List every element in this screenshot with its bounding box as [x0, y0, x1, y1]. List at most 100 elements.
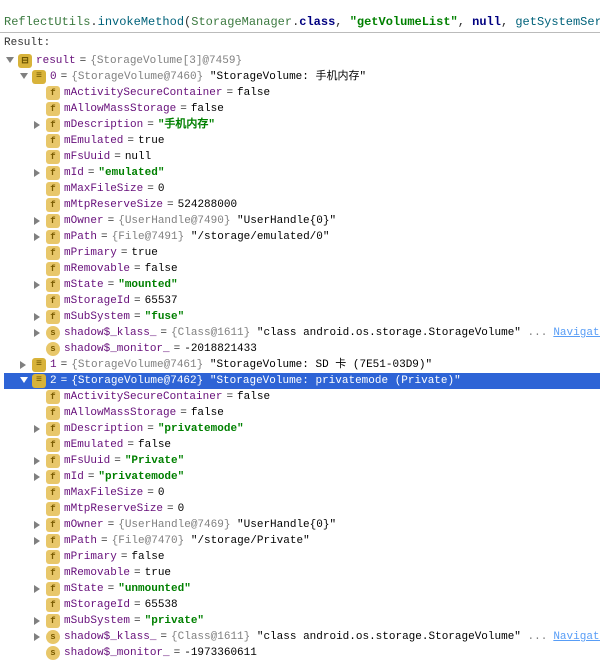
expand-icon[interactable] [18, 359, 30, 371]
value-text: "/storage/Private" [191, 533, 310, 549]
field-name: mSubSystem [64, 613, 130, 629]
field-name: mDescription [64, 421, 143, 437]
field-icon: f [46, 454, 60, 468]
expand-icon[interactable] [4, 55, 16, 67]
expand-icon[interactable] [32, 279, 44, 291]
field-row[interactable]: fmPrimary=false [4, 549, 600, 565]
expand-icon[interactable] [32, 311, 44, 323]
expand-icon[interactable] [32, 615, 44, 627]
expand-icon[interactable] [32, 519, 44, 531]
field-name: mOwner [64, 213, 104, 229]
field-name: mAllowMassStorage [64, 405, 176, 421]
field-icon: f [46, 614, 60, 628]
value-text: "mounted" [118, 277, 177, 293]
field-icon: f [46, 390, 60, 404]
value-text: "emulated" [98, 165, 164, 181]
field-row[interactable]: fmId="emulated" [4, 165, 600, 181]
field-row[interactable]: fmMaxFileSize=0 [4, 181, 600, 197]
expand-icon[interactable] [32, 631, 44, 643]
value-ref: {Class@1611} [171, 325, 250, 341]
field-row[interactable]: sshadow$_monitor_=-2018821433 [4, 341, 600, 357]
field-row[interactable]: fmPrimary=true [4, 245, 600, 261]
field-icon: f [46, 598, 60, 612]
expand-icon[interactable] [32, 535, 44, 547]
expand-icon[interactable] [32, 119, 44, 131]
expand-icon[interactable] [32, 231, 44, 243]
tree-item-2[interactable]: 2 = {StorageVolume@7462} "StorageVolume:… [4, 373, 600, 389]
field-row[interactable]: fmSubSystem="private" [4, 613, 600, 629]
expand-icon[interactable] [32, 471, 44, 483]
field-icon: s [46, 646, 60, 660]
field-row[interactable]: fmDescription="privatemode" [4, 421, 600, 437]
field-icon: f [46, 422, 60, 436]
value-text: 524288000 [178, 197, 237, 213]
value-text: "UserHandle{0}" [237, 517, 336, 533]
field-row[interactable]: fmStorageId=65538 [4, 597, 600, 613]
field-row[interactable]: fmDescription="手机内存" [4, 117, 600, 133]
field-row[interactable]: fmMaxFileSize=0 [4, 485, 600, 501]
field-row[interactable]: fmFsUuid=null [4, 149, 600, 165]
value-text: false [191, 405, 224, 421]
value-ref: {UserHandle@7469} [118, 517, 230, 533]
value-text: "StorageVolume: SD 卡 (7E51-03D9)" [210, 357, 432, 373]
value-ref: {StorageVolume[3]@7459} [90, 53, 242, 69]
navigate-link[interactable]: Navigate [553, 325, 600, 341]
expand-icon[interactable] [32, 215, 44, 227]
field-icon: f [46, 102, 60, 116]
expand-icon[interactable] [32, 583, 44, 595]
field-row[interactable]: fmState="mounted" [4, 277, 600, 293]
field-row[interactable]: fmActivitySecureContainer=false [4, 389, 600, 405]
field-row[interactable]: fmEmulated=true [4, 133, 600, 149]
tree-root[interactable]: ⊟ result = {StorageVolume[3]@7459} [4, 53, 600, 69]
field-icon: f [46, 166, 60, 180]
field-row[interactable]: fmSubSystem="fuse" [4, 309, 600, 325]
value-text: false [138, 437, 171, 453]
field-row[interactable]: fmRemovable=true [4, 565, 600, 581]
field-row[interactable]: sshadow$_monitor_=-1973360611 [4, 645, 600, 661]
field-row[interactable]: fmAllowMassStorage=false [4, 405, 600, 421]
field-row[interactable]: fmRemovable=false [4, 261, 600, 277]
value-ref: {File@7470} [112, 533, 185, 549]
field-name: mPrimary [64, 549, 117, 565]
field-icon: f [46, 486, 60, 500]
field-row[interactable]: fmId="privatemode" [4, 469, 600, 485]
field-row[interactable]: sshadow$_klass_={Class@1611} "class andr… [4, 325, 600, 341]
var-name: 0 [50, 69, 57, 85]
expand-icon[interactable] [18, 375, 30, 387]
field-name: mId [64, 469, 84, 485]
value-text: false [237, 389, 270, 405]
value-text: "class android.os.storage.StorageVolume"… [257, 629, 547, 645]
field-row[interactable]: fmEmulated=false [4, 437, 600, 453]
field-row[interactable]: fmAllowMassStorage=false [4, 101, 600, 117]
field-row[interactable]: sshadow$_klass_={Class@1611} "class andr… [4, 629, 600, 645]
value-text: "class android.os.storage.StorageVolume"… [257, 325, 547, 341]
field-row[interactable]: fmMtpReserveSize=524288000 [4, 197, 600, 213]
expand-icon[interactable] [32, 455, 44, 467]
value-text: "privatemode" [98, 469, 184, 485]
field-row[interactable]: fmOwner={UserHandle@7469} "UserHandle{0}… [4, 517, 600, 533]
navigate-link[interactable]: Navigate [553, 629, 600, 645]
field-name: mActivitySecureContainer [64, 389, 222, 405]
field-icon: f [46, 214, 60, 228]
field-row[interactable]: fmMtpReserveSize=0 [4, 501, 600, 517]
field-row[interactable]: fmStorageId=65537 [4, 293, 600, 309]
expand-icon[interactable] [32, 327, 44, 339]
field-name: mStorageId [64, 597, 130, 613]
field-icon: f [46, 262, 60, 276]
field-name: mFsUuid [64, 453, 110, 469]
field-row[interactable]: fmPath={File@7491} "/storage/emulated/0" [4, 229, 600, 245]
field-name: mId [64, 165, 84, 181]
field-row[interactable]: fmPath={File@7470} "/storage/Private" [4, 533, 600, 549]
field-icon: f [46, 582, 60, 596]
tree-item-0[interactable]: 0 = {StorageVolume@7460} "StorageVolume:… [4, 69, 600, 85]
expand-icon[interactable] [18, 71, 30, 83]
field-row[interactable]: fmState="unmounted" [4, 581, 600, 597]
value-text: null [125, 149, 151, 165]
expand-icon[interactable] [32, 167, 44, 179]
expand-icon[interactable] [32, 423, 44, 435]
field-row[interactable]: fmActivitySecureContainer=false [4, 85, 600, 101]
value-ref: {StorageVolume@7460} [71, 69, 203, 85]
field-row[interactable]: fmFsUuid="Private" [4, 453, 600, 469]
field-row[interactable]: fmOwner={UserHandle@7490} "UserHandle{0}… [4, 213, 600, 229]
tree-item-1[interactable]: 1 = {StorageVolume@7461} "StorageVolume:… [4, 357, 600, 373]
